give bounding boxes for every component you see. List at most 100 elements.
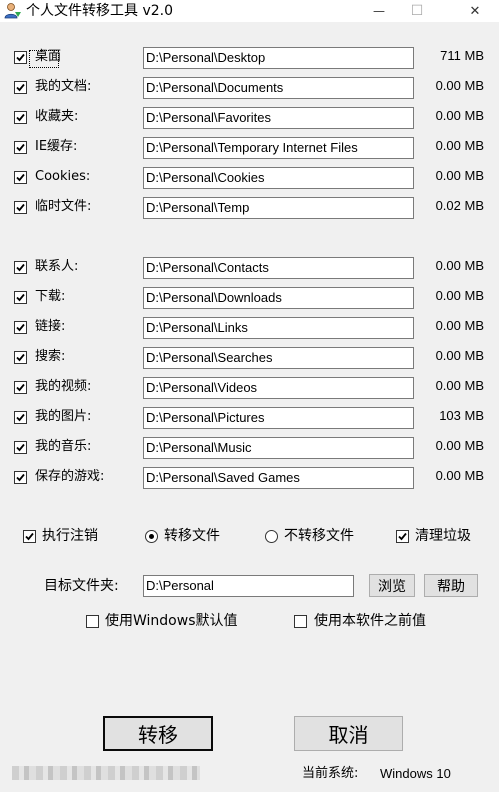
folder-checkbox[interactable]	[14, 111, 27, 124]
use-windows-default-checkbox[interactable]	[86, 615, 99, 628]
clean-junk-label: 清理垃圾	[415, 528, 471, 544]
folder-size: 711 MB	[440, 48, 484, 63]
check-icon	[398, 532, 407, 541]
check-icon	[16, 83, 25, 92]
folder-checkbox[interactable]	[14, 261, 27, 274]
folder-size: 0.00 MB	[435, 288, 484, 303]
folder-checkbox[interactable]	[14, 291, 27, 304]
folder-path-input[interactable]: D:\Personal\Cookies	[143, 167, 414, 189]
folder-path-input[interactable]: D:\Personal\Temp	[143, 197, 414, 219]
check-icon	[16, 173, 25, 182]
folder-checkbox[interactable]	[14, 141, 27, 154]
close-icon: ✕	[469, 3, 481, 19]
folder-checkbox[interactable]	[14, 441, 27, 454]
transfer-button[interactable]: 转移	[103, 716, 213, 751]
folder-checkbox[interactable]	[14, 471, 27, 484]
folder-size: 0.00 MB	[435, 318, 484, 333]
execute-logout-label: 执行注销	[42, 528, 98, 544]
folder-label: 临时文件:	[35, 199, 92, 214]
check-icon	[16, 263, 25, 272]
folder-path-input[interactable]: D:\Personal\Downloads	[143, 287, 414, 309]
folder-label: 链接:	[35, 319, 66, 334]
folder-size: 0.00 MB	[435, 468, 484, 483]
no-move-files-radio[interactable]	[265, 530, 278, 543]
folder-path-input[interactable]: D:\Personal\Favorites	[143, 107, 414, 129]
folder-checkbox[interactable]	[14, 321, 27, 334]
folder-size: 0.00 MB	[435, 438, 484, 453]
folder-size: 0.02 MB	[435, 198, 484, 213]
folder-checkbox[interactable]	[14, 381, 27, 394]
folder-path-input[interactable]: D:\Personal\Links	[143, 317, 414, 339]
folder-size: 0.00 MB	[435, 348, 484, 363]
check-icon	[16, 353, 25, 362]
folder-path-input[interactable]: D:\Personal\Contacts	[143, 257, 414, 279]
target-folder-label: 目标文件夹:	[44, 578, 119, 594]
folder-size: 0.00 MB	[435, 258, 484, 273]
folder-label: 下载:	[35, 289, 66, 304]
folder-path-input[interactable]: D:\Personal\Saved Games	[143, 467, 414, 489]
check-icon	[16, 293, 25, 302]
folder-label: 收藏夹:	[35, 109, 79, 124]
folder-label: 我的视频:	[35, 379, 92, 394]
folder-checkbox[interactable]	[14, 171, 27, 184]
execute-logout-checkbox[interactable]	[23, 530, 36, 543]
folder-checkbox[interactable]	[14, 351, 27, 364]
check-icon	[16, 203, 25, 212]
folder-size: 103 MB	[439, 408, 484, 423]
check-icon	[16, 443, 25, 452]
folder-label: Cookies:	[35, 169, 91, 184]
browse-button[interactable]: 浏览	[369, 574, 415, 597]
folder-label: 联系人:	[35, 259, 79, 274]
maximize-button[interactable]: ☐	[400, 0, 434, 22]
folder-path-input[interactable]: D:\Personal\Temporary Internet Files	[143, 137, 414, 159]
folder-checkbox[interactable]	[14, 81, 27, 94]
current-system-label: 当前系统:	[302, 766, 359, 781]
cancel-button[interactable]: 取消	[294, 716, 403, 751]
check-icon	[16, 323, 25, 332]
window-title: 个人文件转移工具 v2.0	[26, 3, 173, 19]
folder-size: 0.00 MB	[435, 168, 484, 183]
folder-label: 保存的游戏:	[35, 469, 105, 484]
folder-label: 我的音乐:	[35, 439, 92, 454]
folder-checkbox[interactable]	[14, 50, 59, 68]
use-previous-checkbox[interactable]	[294, 615, 307, 628]
folder-path-input[interactable]: D:\Personal\Desktop	[143, 47, 414, 69]
folder-path-input[interactable]: D:\Personal\Videos	[143, 377, 414, 399]
folder-label: IE缓存:	[35, 139, 78, 154]
maximize-icon: ☐	[410, 3, 424, 19]
no-move-files-label: 不转移文件	[284, 528, 354, 544]
folder-size: 0.00 MB	[435, 78, 484, 93]
check-icon	[16, 53, 25, 62]
app-user-icon	[4, 3, 21, 19]
blurred-url-text	[12, 766, 200, 780]
target-folder-input[interactable]: D:\Personal	[143, 575, 354, 597]
check-icon	[16, 143, 25, 152]
folder-size: 0.00 MB	[435, 108, 484, 123]
check-icon	[16, 113, 25, 122]
folder-path-input[interactable]: D:\Personal\Searches	[143, 347, 414, 369]
folder-checkbox[interactable]	[14, 201, 27, 214]
folder-label: 搜索:	[35, 349, 66, 364]
folder-label: 我的文档:	[35, 79, 92, 94]
move-files-radio[interactable]	[145, 530, 158, 543]
title-bar: 个人文件转移工具 v2.0 — ☐ ✕	[0, 0, 499, 22]
folder-path-input[interactable]: D:\Personal\Pictures	[143, 407, 414, 429]
folder-size: 0.00 MB	[435, 378, 484, 393]
current-system-value: Windows 10	[380, 766, 451, 781]
check-icon	[16, 473, 25, 482]
help-button[interactable]: 帮助	[424, 574, 478, 597]
folder-label: 我的图片:	[35, 409, 92, 424]
folder-checkbox[interactable]	[14, 411, 27, 424]
folder-path-input[interactable]: D:\Personal\Music	[143, 437, 414, 459]
minimize-button[interactable]: —	[362, 0, 396, 22]
use-windows-default-label: 使用Windows默认值	[105, 613, 238, 629]
close-button[interactable]: ✕	[458, 0, 492, 22]
folder-label: 桌面	[35, 49, 62, 64]
move-files-label: 转移文件	[164, 528, 220, 544]
check-icon	[16, 383, 25, 392]
check-icon	[25, 532, 34, 541]
check-icon	[16, 413, 25, 422]
clean-junk-checkbox[interactable]	[396, 530, 409, 543]
folder-path-input[interactable]: D:\Personal\Documents	[143, 77, 414, 99]
use-previous-label: 使用本软件之前值	[314, 613, 426, 629]
